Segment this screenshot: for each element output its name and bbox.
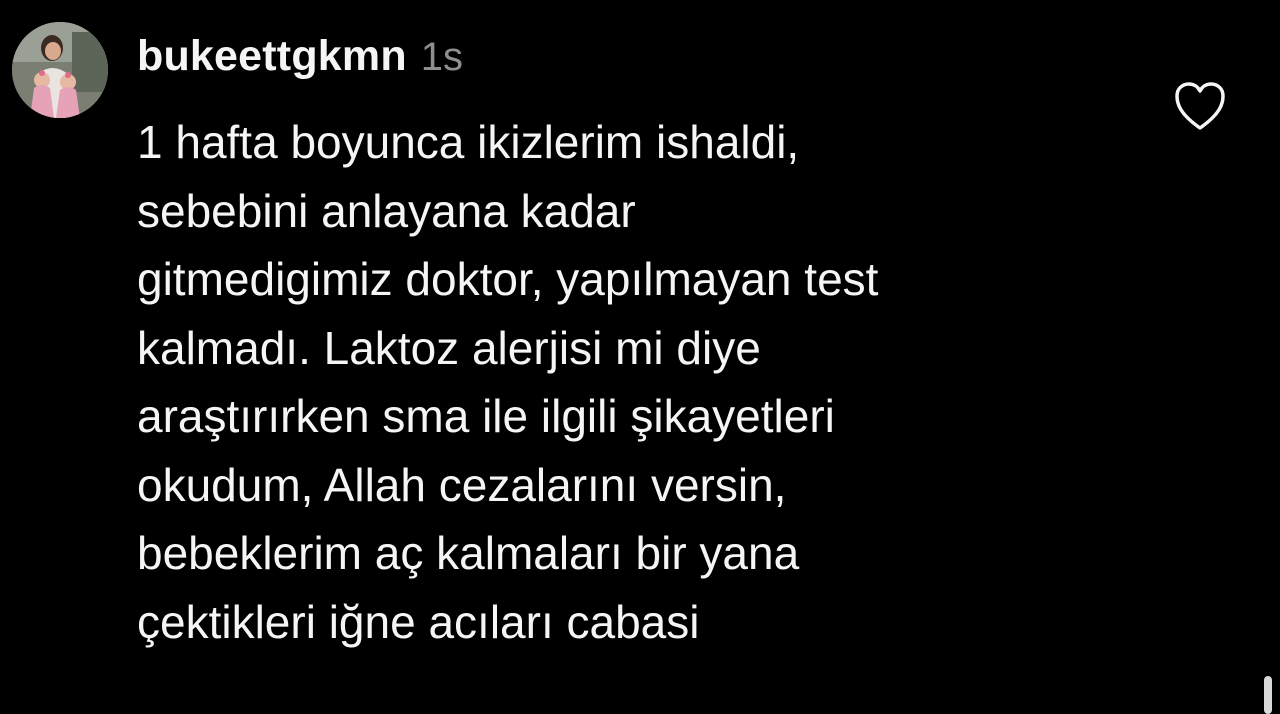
comment-text-line: sebebini anlayana kadar [137,184,636,237]
comment-text-line: bebeklerim aç kalmaları bir yana [137,527,800,579]
like-button[interactable] [1172,80,1228,132]
comment-text: 1 hafta boyunca ikizlerim ishaldi, sebebi… [137,108,1147,656]
comment-text-line: 1 hafta boyunca ikizlerim ishaldi, [137,116,800,168]
avatar-photo-icon [12,22,108,118]
comment-header: bukeettgkmn 1s [137,32,463,88]
heart-outline-icon [1175,82,1225,130]
username[interactable]: bukeettgkmn [137,32,407,81]
comment-text-line: gitmedigimiz doktor, yapılmayan test [137,253,879,305]
comment-text-line: okudum, Allah cezalarını versin, [137,458,787,511]
comment-text-line: araştırırken sma ile ilgili şikayetleri [137,390,835,442]
user-avatar[interactable] [12,22,108,118]
scrollbar-thumb[interactable] [1264,676,1272,714]
comment-item: bukeettgkmn 1s 1 hafta boyunca ikizlerim… [0,0,1280,714]
comment-text-line: çektikleri iğne acıları cabasi [137,595,700,648]
comment-timestamp: 1s [420,35,464,79]
comment-text-line: kalmadı. Laktoz alerjisi mi diye [137,321,761,374]
